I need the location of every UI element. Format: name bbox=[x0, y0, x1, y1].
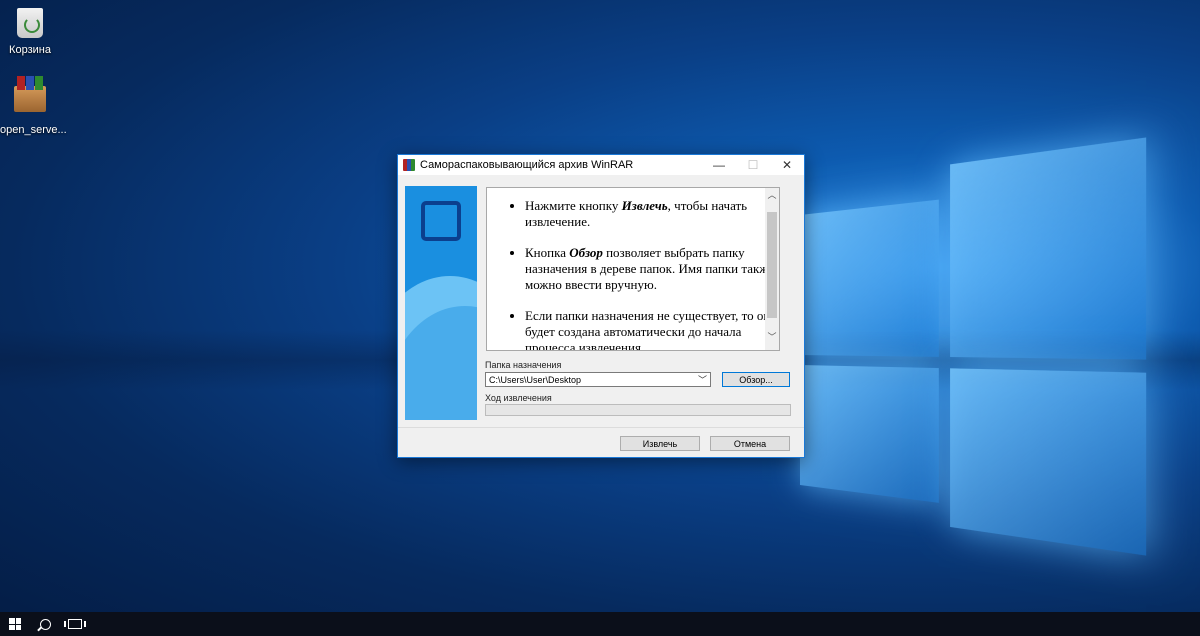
extraction-progress-bar bbox=[485, 404, 791, 416]
destination-label: Папка назначения bbox=[485, 360, 562, 370]
destination-path-value: C:\Users\User\Desktop bbox=[489, 375, 582, 385]
search-button[interactable] bbox=[30, 612, 60, 636]
task-view-icon bbox=[64, 619, 86, 629]
instruction-item: Нажмите кнопку Извлечь, чтобы начать изв… bbox=[525, 198, 779, 230]
extract-button[interactable]: Извлечь bbox=[620, 436, 700, 451]
recycle-bin-icon bbox=[13, 6, 47, 40]
desktop-icon-label: Корзина bbox=[9, 44, 51, 56]
task-view-button[interactable] bbox=[60, 612, 90, 636]
winrar-archive-icon bbox=[13, 76, 47, 120]
windows-start-icon bbox=[9, 618, 21, 630]
cancel-button[interactable]: Отмена bbox=[710, 436, 790, 451]
vertical-scrollbar[interactable]: ︿ ﹀ bbox=[765, 188, 779, 350]
instructions-box[interactable]: Нажмите кнопку Извлечь, чтобы начать изв… bbox=[486, 187, 780, 351]
title-bar[interactable]: Самораспаковывающийся архив WinRAR — ☐ ✕ bbox=[398, 155, 804, 175]
taskbar bbox=[0, 612, 1200, 636]
instruction-item: Если папки назначения не существует, то … bbox=[525, 308, 779, 350]
dialog-title: Самораспаковывающийся архив WinRAR bbox=[420, 159, 634, 171]
minimize-button[interactable]: — bbox=[702, 155, 736, 175]
instruction-item: Кнопка Обзор позволяет выбрать папку наз… bbox=[525, 245, 779, 293]
logo-pane bbox=[950, 368, 1147, 556]
desktop-icon-archive[interactable]: open_serve... bbox=[0, 76, 67, 136]
separator bbox=[398, 427, 804, 428]
logo-pane bbox=[950, 137, 1147, 360]
desktop-icon-recycle-bin[interactable]: Корзина bbox=[0, 6, 60, 56]
desktop-icon-label: open_serve... bbox=[0, 124, 67, 136]
destination-path-combobox[interactable]: C:\Users\User\Desktop ﹀ bbox=[485, 372, 711, 387]
progress-label: Ход извлечения bbox=[485, 393, 552, 403]
maximize-button: ☐ bbox=[747, 158, 759, 172]
scroll-up-icon[interactable]: ︿ bbox=[765, 188, 779, 202]
start-button[interactable] bbox=[0, 612, 30, 636]
search-icon bbox=[39, 618, 51, 630]
winrar-app-icon bbox=[403, 159, 415, 171]
close-button[interactable]: ✕ bbox=[770, 155, 804, 175]
winrar-sfx-dialog: Самораспаковывающийся архив WinRAR — ☐ ✕… bbox=[397, 154, 805, 458]
chevron-down-icon[interactable]: ﹀ bbox=[698, 373, 707, 388]
browse-button[interactable]: Обзор... bbox=[722, 372, 790, 387]
logo-pane bbox=[800, 365, 939, 503]
side-banner bbox=[405, 186, 477, 420]
scroll-thumb[interactable] bbox=[767, 212, 777, 318]
scroll-down-icon[interactable]: ﹀ bbox=[765, 330, 779, 344]
logo-pane bbox=[800, 199, 939, 357]
windows-logo-wallpaper bbox=[800, 137, 1147, 556]
winrar-square-logo-icon bbox=[421, 201, 461, 241]
